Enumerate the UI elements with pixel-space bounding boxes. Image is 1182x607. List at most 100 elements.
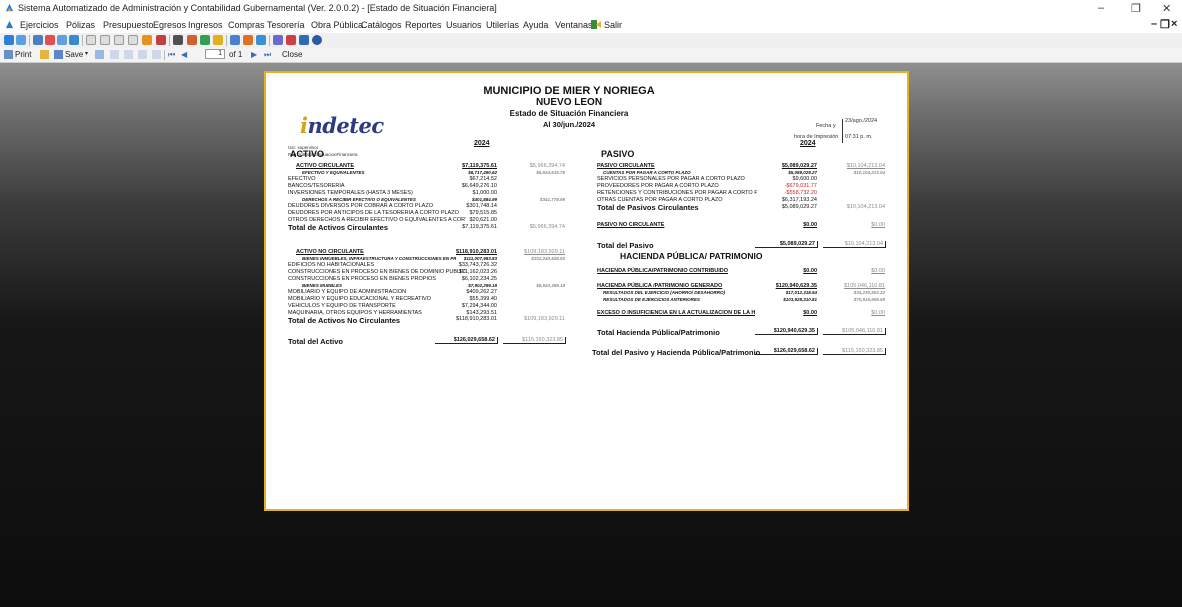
multi-page-icon[interactable] <box>138 50 147 59</box>
menu-tesoreria[interactable]: Tesorería <box>267 20 305 30</box>
window-1-icon[interactable] <box>86 35 96 45</box>
chart-icon[interactable] <box>187 35 197 45</box>
menu-salir[interactable]: Salir <box>604 20 622 30</box>
state-name: NUEVO LEON <box>535 97 603 108</box>
row-amount: $6,649,276.10 <box>461 183 497 189</box>
email-icon[interactable] <box>95 50 104 59</box>
folder-icon[interactable] <box>213 35 223 45</box>
menu-ejercicios[interactable]: Ejercicios <box>20 20 59 30</box>
cuentas-por-pagar-label: CUENTAS POR PAGAR A CORTO PLAZO <box>603 170 691 175</box>
exit-icon <box>591 20 601 29</box>
bienes-inmuebles-label: BIENES INMUEBLES, INFRAESTRUCTURA Y CONS… <box>302 256 456 261</box>
total-activo-cur: $126,029,658.62 <box>435 337 498 344</box>
close-window-button[interactable]: ✕ <box>1162 2 1171 15</box>
mdi-child-icon[interactable] <box>5 20 14 29</box>
row-amount: $9,600.00 <box>792 176 817 182</box>
window-4-icon[interactable] <box>128 35 138 45</box>
menu-reportes[interactable]: Reportes <box>405 20 442 30</box>
page-number-input[interactable]: 1 <box>205 49 225 59</box>
hacienda-generado-prev: $105,046,110.81 <box>844 283 885 289</box>
open-icon[interactable] <box>40 50 49 59</box>
save-dropdown-icon[interactable]: ▾ <box>85 50 88 57</box>
entity-name: MUNICIPIO DE MIER Y NORIEGA <box>483 85 655 97</box>
prev-page-icon[interactable]: ◀ <box>181 50 187 59</box>
window-2-icon[interactable] <box>100 35 110 45</box>
menu-compras[interactable]: Compras <box>228 20 265 30</box>
menu-presupuesto[interactable]: Presupuesto <box>103 20 154 30</box>
total-hacienda-label: Total Hacienda Pública/Patrimonio <box>597 328 720 337</box>
export-icon[interactable] <box>200 35 210 45</box>
menu-egresos[interactable]: Egresos <box>153 20 186 30</box>
menu-catalogos[interactable]: Catálogos <box>361 20 402 30</box>
total-activo-label: Total del Activo <box>288 337 344 346</box>
print-button[interactable]: Print <box>15 50 31 59</box>
report-icon[interactable] <box>173 35 183 45</box>
user-icon[interactable] <box>230 35 240 45</box>
restore-button[interactable]: ❐ <box>1131 2 1141 15</box>
row-amount: -$679,031.77 <box>784 183 817 189</box>
mdi-minimize-button[interactable]: – <box>1151 18 1157 30</box>
lock-icon[interactable] <box>286 35 296 45</box>
row-amount: $71,162,023.26 <box>458 269 497 275</box>
menu-ventanas[interactable]: Ventanas <box>555 20 593 30</box>
window-3-icon[interactable] <box>114 35 124 45</box>
menu-ingresos[interactable]: Ingresos <box>188 20 223 30</box>
row-label: PROVEEDORES POR PAGAR A CORTO PLAZO <box>597 183 719 189</box>
tree-icon[interactable] <box>273 35 283 45</box>
sync-icon[interactable] <box>256 35 266 45</box>
expenses-icon[interactable] <box>57 35 67 45</box>
pasivo-no-circulante-label: PASIVO NO CIRCULANTE <box>597 222 665 228</box>
bienes-muebles-cur: $7,902,299.18 <box>468 283 497 288</box>
mdi-close-button[interactable]: × <box>1171 18 1177 30</box>
indetec-logo: indetec <box>300 113 384 138</box>
report-title: Estado de Situación Financiera <box>509 109 629 118</box>
config-icon[interactable] <box>156 35 166 45</box>
budget-icon[interactable] <box>45 35 55 45</box>
find-icon[interactable] <box>110 50 119 59</box>
last-page-icon[interactable]: ⏭ <box>264 50 271 60</box>
menu-polizas[interactable]: Pólizas <box>66 20 95 30</box>
row-amount: $301,748.14 <box>466 203 497 209</box>
date-label: Fecha y <box>816 123 836 129</box>
menu-bar: Ejercicios Pólizas Presupuesto Egresos I… <box>0 17 1182 33</box>
time-value: 07:31 p. m. <box>845 134 873 140</box>
hacienda-generado-label: HACIENDA PÚBLICA /PATRIMONIO GENERADO <box>597 283 723 289</box>
settings-icon[interactable] <box>243 35 253 45</box>
bienes-inmuebles-cur: $111,007,983.83 <box>463 256 497 261</box>
minimize-button[interactable]: – <box>1098 2 1104 14</box>
total-hacienda-cur: $120,940,629.35 <box>755 328 818 335</box>
hacienda-generado-cur: $120,940,629.35 <box>775 283 817 289</box>
report-page: indetec Usr: supervisor Rep: rptEstadoSi… <box>264 71 909 511</box>
menu-utilerias[interactable]: Utilerías <box>486 20 519 30</box>
save-button[interactable]: Save <box>65 50 83 59</box>
row-amount: $33,743,726.32 <box>458 262 497 268</box>
single-page-icon[interactable] <box>124 50 133 59</box>
menu-ayuda[interactable]: Ayuda <box>523 20 548 30</box>
save-icon <box>54 50 63 59</box>
derechos-label: DERECHOS A RECIBIR EFECTIVO O EQUIVALENT… <box>302 197 416 202</box>
income-icon[interactable] <box>69 35 79 45</box>
menu-usuarios[interactable]: Usuarios <box>446 20 482 30</box>
help-icon[interactable] <box>312 35 322 45</box>
menu-obra-publica[interactable]: Obra Pública <box>311 20 363 30</box>
row-amount: $6,102,234.25 <box>461 276 497 282</box>
mdi-restore-button[interactable]: ❐ <box>1160 18 1170 31</box>
row-label: SERVICIOS PERSONALES POR PAGAR A CORTO P… <box>597 176 745 182</box>
policy-icon[interactable] <box>33 35 43 45</box>
total-activos-circulantes-label: Total de Activos Circulantes <box>288 223 389 232</box>
hacienda-contribuido-cur: $0.00 <box>803 268 817 274</box>
resultados-anteriores-label: RESULTADOS DE EJERCICIOS ANTERIORES <box>603 297 700 302</box>
derechos-prev: $341,778.99 <box>539 197 565 202</box>
first-page-icon[interactable]: ⏮ <box>168 50 175 60</box>
activo-circulante-prev: $5,966,394.74 <box>529 163 565 169</box>
hacienda-contribuido-label: HACIENDA PÚBLICA/PATRIMONIO CONTRIBUIDO <box>597 268 728 274</box>
next-page-icon[interactable]: ▶ <box>251 50 257 59</box>
resultados-anteriores-prev: $70,815,608.59 <box>853 297 885 302</box>
exceso-insuficiencia-label: EXCESO O INSUFICIENCIA EN LA ACTUALIZACI… <box>597 310 755 316</box>
close-report-button[interactable]: Close <box>282 50 302 59</box>
save-icon[interactable] <box>299 35 309 45</box>
catalog-icon[interactable] <box>16 35 26 45</box>
tools-icon[interactable] <box>142 35 152 45</box>
refresh-icon[interactable] <box>4 35 14 45</box>
page-width-icon[interactable] <box>152 50 161 59</box>
